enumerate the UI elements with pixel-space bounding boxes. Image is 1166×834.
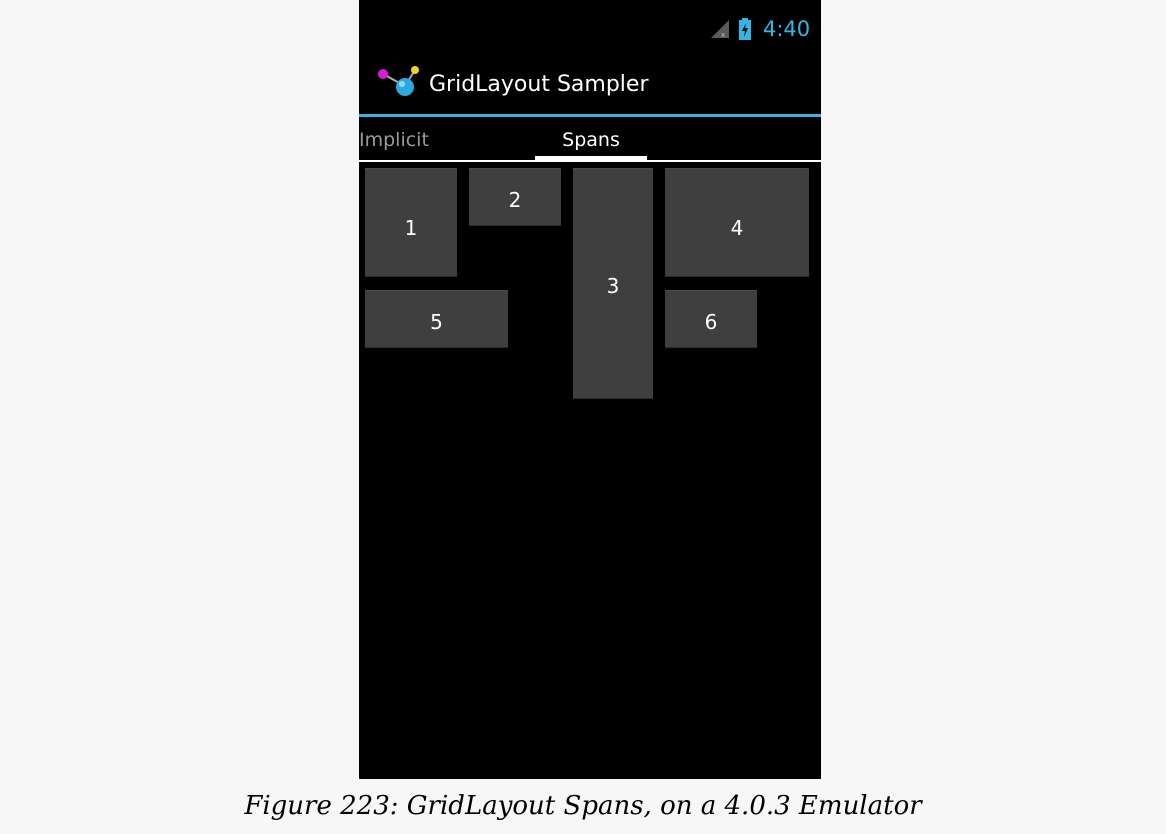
battery-charging-icon [739, 18, 751, 40]
grid-button-label: 4 [730, 216, 744, 240]
grid-button-label: 5 [430, 310, 443, 334]
action-bar: GridLayout Sampler [359, 48, 821, 114]
signal-icon: x [711, 20, 729, 38]
grid-button-label: 1 [404, 216, 418, 240]
grid-layout: 1 2 3 4 5 6 [359, 162, 821, 779]
grid-button-label: 2 [508, 188, 522, 212]
status-bar: x 4:40 [359, 0, 821, 48]
tab-implicit[interactable]: Implicit [359, 117, 479, 160]
grid-button-4[interactable]: 4 [665, 168, 809, 277]
tab-spans[interactable]: Spans [535, 117, 647, 160]
tab-bar: Implicit Spans [359, 117, 821, 160]
app-icon [378, 66, 419, 96]
grid-button-3[interactable]: 3 [573, 168, 653, 399]
figure-caption: Figure 223: GridLayout Spans, on a 4.0.3… [244, 791, 922, 821]
phone-screen: x 4:40 GridLayout Sampler Implicit Spans… [359, 0, 821, 779]
grid-button-label: 3 [606, 274, 620, 298]
grid-button-5[interactable]: 5 [365, 290, 508, 348]
grid-button-label: 6 [704, 310, 718, 334]
grid-button-1[interactable]: 1 [365, 168, 457, 277]
status-clock: 4:40 [763, 17, 811, 41]
grid-button-2[interactable]: 2 [469, 168, 561, 226]
svg-text:x: x [721, 31, 725, 38]
app-title: GridLayout Sampler [429, 72, 649, 97]
grid-button-6[interactable]: 6 [665, 290, 757, 348]
